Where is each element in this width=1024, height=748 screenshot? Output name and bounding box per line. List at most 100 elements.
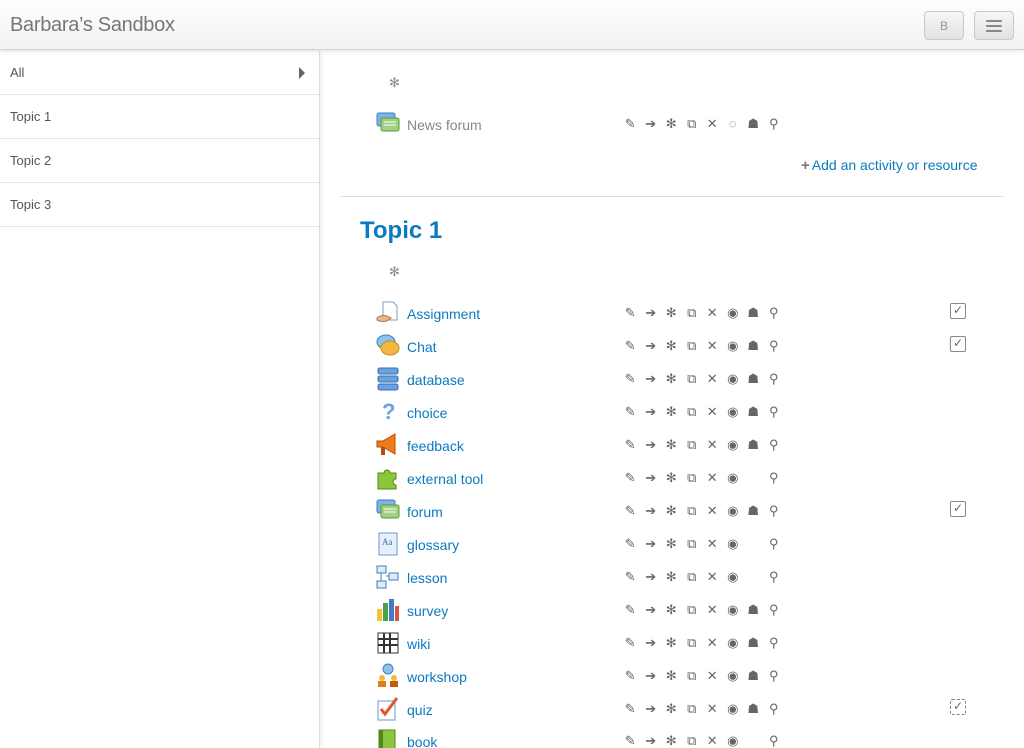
edit-icon[interactable]: ✎ [620, 404, 641, 420]
settings-icon[interactable]: ✻ [661, 404, 682, 420]
settings-icon[interactable]: ✻ [661, 733, 682, 748]
activity-link[interactable]: survey [407, 603, 448, 619]
groups-icon[interactable]: ☗ [743, 404, 764, 420]
delete-icon[interactable]: ✕ [702, 635, 723, 651]
move-icon[interactable]: ➔ [641, 668, 662, 684]
groups-icon[interactable]: ☗ [743, 116, 764, 132]
settings-icon[interactable]: ✻ [661, 503, 682, 519]
add-activity-link[interactable]: + Add an activity or resource [801, 157, 978, 174]
hide-icon[interactable]: ◉ [723, 635, 744, 651]
hide-icon[interactable]: ◉ [723, 338, 744, 354]
delete-icon[interactable]: ✕ [702, 338, 723, 354]
move-icon[interactable]: ➔ [641, 635, 662, 651]
move-icon[interactable]: ➔ [641, 602, 662, 618]
move-icon[interactable]: ➔ [641, 116, 662, 132]
edit-icon[interactable]: ✎ [620, 371, 641, 387]
delete-icon[interactable]: ✕ [702, 404, 723, 420]
groups-icon[interactable]: ☗ [743, 338, 764, 354]
settings-icon[interactable]: ✻ [661, 668, 682, 684]
groups-icon[interactable]: ☗ [743, 635, 764, 651]
groups-icon[interactable]: ☗ [743, 668, 764, 684]
settings-icon[interactable]: ✻ [661, 569, 682, 585]
groups-icon[interactable]: ☗ [743, 305, 764, 321]
activity-link[interactable]: workshop [407, 669, 467, 685]
assign-roles-icon[interactable]: ⚲ [764, 338, 785, 354]
assign-roles-icon[interactable]: ⚲ [764, 503, 785, 519]
hide-icon[interactable]: ◉ [723, 536, 744, 552]
duplicate-icon[interactable]: ⧉ [682, 437, 703, 453]
edit-icon[interactable]: ✎ [620, 569, 641, 585]
groups-icon[interactable]: ☗ [743, 371, 764, 387]
duplicate-icon[interactable]: ⧉ [682, 503, 703, 519]
duplicate-icon[interactable]: ⧉ [682, 536, 703, 552]
completion-checkbox-auto[interactable]: ✓ [950, 699, 966, 715]
assign-roles-icon[interactable]: ⚲ [764, 602, 785, 618]
edit-icon[interactable]: ✎ [620, 536, 641, 552]
activity-link[interactable]: lesson [407, 570, 447, 586]
duplicate-icon[interactable]: ⧉ [682, 404, 703, 420]
delete-icon[interactable]: ✕ [702, 536, 723, 552]
hide-icon[interactable]: ◉ [723, 602, 744, 618]
duplicate-icon[interactable]: ⧉ [682, 116, 703, 132]
move-icon[interactable]: ➔ [641, 437, 662, 453]
move-icon[interactable]: ➔ [641, 503, 662, 519]
activity-link[interactable]: News forum [407, 117, 482, 133]
settings-icon[interactable]: ✻ [661, 635, 682, 651]
completion-checkbox[interactable]: ✓ [950, 303, 966, 319]
hide-icon[interactable]: ◉ [723, 569, 744, 585]
move-icon[interactable]: ➔ [641, 569, 662, 585]
settings-icon[interactable]: ✻ [661, 338, 682, 354]
settings-icon[interactable]: ✻ [661, 437, 682, 453]
activity-link[interactable]: Assignment [407, 306, 480, 322]
edit-icon[interactable]: ✎ [620, 338, 641, 354]
edit-icon[interactable]: ✎ [620, 116, 641, 132]
section-settings-icon[interactable]: ✻ [389, 264, 400, 280]
activity-link[interactable]: Chat [407, 339, 437, 355]
site-brand[interactable]: Barbara’s Sandbox [10, 14, 175, 37]
hide-icon[interactable]: ◉ [723, 668, 744, 684]
delete-icon[interactable]: ✕ [702, 668, 723, 684]
activity-link[interactable]: glossary [407, 537, 459, 553]
edit-icon[interactable]: ✎ [620, 503, 641, 519]
edit-icon[interactable]: ✎ [620, 470, 641, 486]
section-settings-icon[interactable]: ✻ [389, 75, 400, 91]
sidebar-item-topic-3[interactable]: Topic 3 [0, 183, 319, 227]
show-icon[interactable]: ◌ [723, 116, 744, 132]
completion-checkbox[interactable]: ✓ [950, 336, 966, 352]
delete-icon[interactable]: ✕ [702, 701, 723, 717]
settings-icon[interactable]: ✻ [661, 116, 682, 132]
move-icon[interactable]: ➔ [641, 536, 662, 552]
hide-icon[interactable]: ◉ [723, 733, 744, 748]
groups-icon[interactable]: ☗ [743, 602, 764, 618]
edit-icon[interactable]: ✎ [620, 305, 641, 321]
activity-link[interactable]: choice [407, 405, 447, 421]
edit-icon[interactable]: ✎ [620, 602, 641, 618]
settings-icon[interactable]: ✻ [661, 536, 682, 552]
duplicate-icon[interactable]: ⧉ [682, 602, 703, 618]
user-menu-button[interactable]: B [924, 11, 964, 40]
move-icon[interactable]: ➔ [641, 371, 662, 387]
sidebar-item-all[interactable]: All [0, 51, 319, 95]
hide-icon[interactable]: ◉ [723, 701, 744, 717]
hide-icon[interactable]: ◉ [723, 305, 744, 321]
edit-icon[interactable]: ✎ [620, 733, 641, 748]
duplicate-icon[interactable]: ⧉ [682, 338, 703, 354]
activity-link[interactable]: external tool [407, 471, 483, 487]
move-icon[interactable]: ➔ [641, 338, 662, 354]
sidebar-item-topic-2[interactable]: Topic 2 [0, 139, 319, 183]
edit-icon[interactable]: ✎ [620, 668, 641, 684]
assign-roles-icon[interactable]: ⚲ [764, 437, 785, 453]
hide-icon[interactable]: ◉ [723, 404, 744, 420]
activity-link[interactable]: forum [407, 504, 443, 520]
groups-icon[interactable]: ☗ [743, 437, 764, 453]
duplicate-icon[interactable]: ⧉ [682, 733, 703, 748]
sidebar-item-topic-1[interactable]: Topic 1 [0, 95, 319, 139]
duplicate-icon[interactable]: ⧉ [682, 371, 703, 387]
assign-roles-icon[interactable]: ⚲ [764, 116, 785, 132]
move-icon[interactable]: ➔ [641, 404, 662, 420]
activity-link[interactable]: database [407, 372, 465, 388]
move-icon[interactable]: ➔ [641, 470, 662, 486]
duplicate-icon[interactable]: ⧉ [682, 305, 703, 321]
activity-link[interactable]: wiki [407, 636, 430, 652]
assign-roles-icon[interactable]: ⚲ [764, 371, 785, 387]
